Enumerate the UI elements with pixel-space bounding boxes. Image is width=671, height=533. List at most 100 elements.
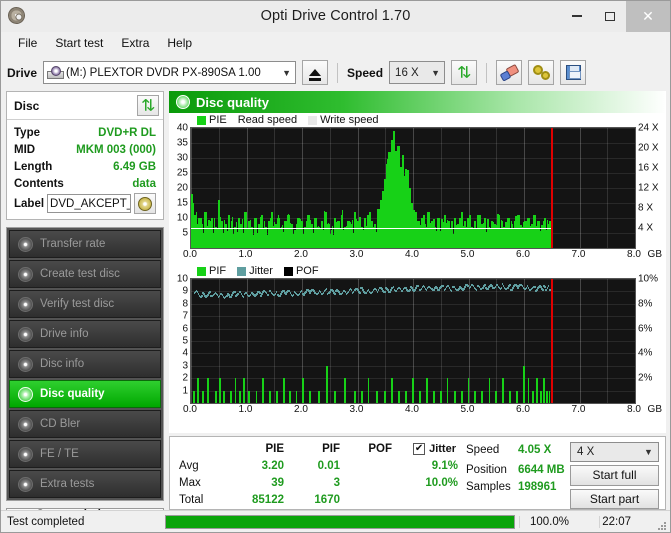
sidebar-item-transfer-rate[interactable]: Transfer rate — [9, 230, 161, 258]
save-button[interactable] — [560, 60, 587, 85]
start-full-button[interactable]: Start full — [570, 465, 659, 486]
y-tick-label: 2 — [182, 372, 188, 384]
grid-line — [191, 303, 635, 305]
pif-bar — [384, 390, 387, 403]
stats-panel: PIE PIF POF ✔ Jitter Avg 3.20 0.01 9.1% — [169, 436, 666, 510]
pif-bar — [295, 390, 298, 403]
sidebar-item-extra-tests[interactable]: Extra tests — [9, 470, 161, 498]
jitter-point — [371, 290, 374, 293]
pif-bar — [531, 390, 534, 403]
erase-button[interactable] — [496, 60, 523, 85]
grid-line — [191, 173, 635, 174]
jitter-point — [280, 292, 282, 295]
sidebar: Disc Type DVD+R DL MID MKM 003 (000) — [6, 91, 164, 522]
y2-tick-label: 4% — [638, 347, 653, 359]
menu-item-help[interactable]: Help — [158, 34, 201, 52]
pif-plot-area[interactable] — [190, 278, 636, 404]
legend-item-jitter: Jitter — [237, 265, 273, 277]
sidebar-item-disc-quality[interactable]: Disc quality — [9, 380, 161, 408]
x-tick-label: 7.0 — [571, 249, 586, 260]
jitter-point — [500, 287, 503, 290]
disc-row-key: Length — [14, 160, 53, 173]
sidebar-item-cd-bler[interactable]: CD Bler — [9, 410, 161, 438]
sidebar-item-drive-info[interactable]: Drive info — [9, 320, 161, 348]
sidebar-item-label: FE / TE — [40, 448, 79, 460]
y-tick-label: 7 — [182, 310, 188, 322]
close-button[interactable]: ✕ — [626, 0, 670, 32]
x-tick-label: 0.0 — [183, 249, 197, 260]
sidebar-item-fe-te[interactable]: FE / TE — [9, 440, 161, 468]
chevron-down-icon: ▼ — [644, 447, 653, 458]
pif-bar — [367, 378, 370, 403]
disc-label-button[interactable] — [134, 193, 156, 214]
drive-toolbar: Drive (M:) PLEXTOR DVDR PX-890SA 1.00 ▼ … — [1, 54, 670, 91]
legend-label-write-speed: Write speed — [320, 114, 379, 126]
x-tick-label: 8.0 — [627, 404, 641, 415]
pif-bar — [317, 390, 320, 403]
y-tick-label: 5 — [182, 227, 188, 239]
pif-bar — [412, 378, 414, 403]
test-speed-select[interactable]: 4 X ▼ — [570, 442, 659, 463]
table-row: Avg 3.20 0.01 9.1% — [170, 457, 460, 474]
jitter-point — [433, 288, 435, 291]
minimize-button[interactable] — [560, 0, 593, 32]
legend-label-pof: POF — [295, 265, 319, 277]
refresh-button[interactable] — [451, 60, 478, 85]
readout-speed: Speed 4.05 X — [466, 440, 570, 459]
jitter-point — [409, 289, 411, 292]
drive-select[interactable]: (M:) PLEXTOR DVDR PX-890SA 1.00 ▼ — [43, 61, 297, 84]
pif-x-axis: 0.0 1.0 2.0 3.0 4.0 5.0 6.0 7.0 8.0 GB — [183, 404, 662, 419]
settings-button[interactable] — [528, 60, 555, 85]
sidebar-item-create-test-disc[interactable]: Create test disc — [9, 260, 161, 288]
app-icon — [6, 5, 28, 27]
pif-bar — [488, 378, 491, 403]
x-tick-label: 2.0 — [294, 249, 308, 260]
x-tick-label: 5.0 — [460, 404, 475, 415]
maximize-button[interactable] — [593, 0, 626, 32]
pif-bar — [405, 390, 408, 403]
eject-icon — [309, 69, 322, 81]
jitter-checkbox[interactable]: ✔ — [413, 442, 426, 455]
x-tick-label: 3.0 — [349, 249, 364, 260]
grid-line — [191, 279, 635, 280]
disc-refresh-button[interactable] — [137, 95, 159, 116]
status-bar: Test completed 100.0% 22:07 — [1, 510, 670, 532]
jitter-point — [439, 287, 441, 290]
app-window: Opti Drive Control 1.70 ✕ File Start tes… — [0, 0, 671, 533]
speed-select[interactable]: 16 X ▼ — [389, 61, 446, 84]
stats-col-pif: PIF — [322, 442, 340, 455]
y-tick-label: 35 — [176, 137, 188, 149]
pif-jitter-chart: PIF Jitter POF 10 9 8 7 6 5 4 3 2 1 10% … — [169, 264, 666, 419]
grid-line — [191, 316, 635, 318]
jitter-point — [341, 292, 344, 295]
start-part-button[interactable]: Start part — [570, 488, 659, 509]
x-tick-label: 5.0 — [460, 249, 475, 260]
menu-item-extra[interactable]: Extra — [112, 34, 158, 52]
menu-item-file[interactable]: File — [9, 34, 46, 52]
eject-button[interactable] — [302, 60, 329, 85]
pif-bar — [481, 390, 484, 403]
stats-col-jitter: Jitter — [429, 442, 456, 455]
content-panel: Disc quality PIE Read speed Write speed … — [169, 91, 666, 510]
pif-bar — [206, 378, 209, 403]
disc-label-input[interactable]: DVD_AKCEPT_ — [47, 194, 131, 213]
refresh-icon — [456, 65, 472, 81]
pif-bar — [548, 390, 551, 403]
eraser-icon — [499, 63, 520, 82]
stats-cell-pif: 0.01 — [317, 459, 340, 472]
window-buttons: ✕ — [560, 0, 670, 32]
jitter-point — [425, 289, 428, 292]
disc-label-row: Label DVD_AKCEPT_ — [14, 193, 156, 214]
pif-bar — [255, 390, 258, 403]
sidebar-item-verify-test-disc[interactable]: Verify test disc — [9, 290, 161, 318]
menu-item-start-test[interactable]: Start test — [46, 34, 112, 52]
pie-plot-area[interactable] — [190, 127, 636, 249]
sidebar-item-label: Disc quality — [40, 388, 105, 400]
x-tick-label: 6.0 — [516, 404, 530, 415]
jitter-point — [384, 291, 386, 294]
y2-tick-label: 10% — [638, 273, 659, 285]
pif-bar — [242, 378, 245, 403]
sidebar-item-disc-info[interactable]: Disc info — [9, 350, 161, 378]
resize-grip[interactable] — [653, 515, 667, 530]
gears-icon — [532, 65, 550, 80]
